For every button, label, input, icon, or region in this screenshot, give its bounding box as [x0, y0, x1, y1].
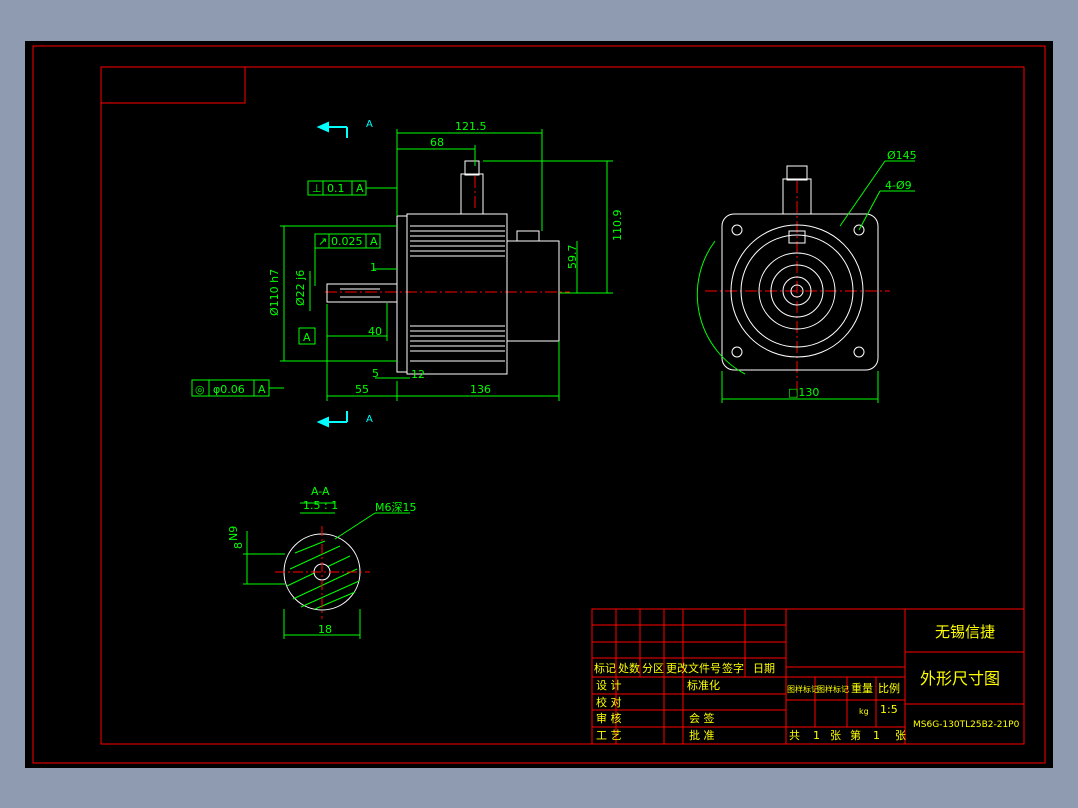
- sheet-no: 1: [873, 729, 880, 742]
- sheet-total-prefix: 共: [789, 729, 800, 742]
- gdt-concentric-symbol: ◎: [195, 383, 205, 396]
- dim-flange-pilot: Ø110 h7: [268, 269, 281, 316]
- dim-flange-gap: 12: [411, 368, 425, 381]
- role-design: 设 计: [596, 679, 622, 692]
- gdt-runout-value: 0.025: [331, 235, 363, 248]
- rev-header-zone: 分区: [642, 662, 664, 675]
- section-view: A-A 1.5 : 1 M6深15 N9 8 18: [227, 485, 417, 639]
- cad-drawing: A A 121.5 68 40 55 136 5 12 1 110.9 59.7…: [32, 45, 1046, 764]
- section-scale: 1.5 : 1: [303, 499, 338, 512]
- gdt-concentric-value: φ0.06: [213, 383, 245, 396]
- gdt-perp-datum: A: [356, 182, 364, 195]
- role-check: 校 对: [596, 695, 622, 709]
- dim-connector-offset: 68: [430, 136, 444, 149]
- dim-height-inner: 59.7: [566, 245, 579, 270]
- section-diameter: 18: [318, 623, 332, 636]
- role-standard: 标准化: [687, 678, 720, 692]
- role-countersign: 会 签: [689, 711, 715, 725]
- gdt-perp-symbol: ⊥: [312, 182, 322, 195]
- datum-label: A: [303, 331, 311, 344]
- rev-header-count: 处数: [618, 662, 640, 675]
- dim-height-right: 110.9: [611, 210, 624, 242]
- drawing-sheet: A A 121.5 68 40 55 136 5 12 1 110.9 59.7…: [25, 41, 1053, 768]
- sheet-total: 1: [813, 729, 820, 742]
- role-approve: 批 准: [689, 728, 715, 742]
- weight-unit: kg: [859, 707, 869, 716]
- rev-header-date: 日期: [753, 662, 775, 675]
- dim-shaft-diameter: Ø22 j6: [294, 270, 307, 306]
- dim-overall-top: 121.5: [455, 120, 487, 133]
- gdt-runout-datum: A: [370, 235, 378, 248]
- dim-flange-front: 55: [355, 383, 369, 396]
- role-process: 工 艺: [596, 729, 622, 742]
- weight-label: 重量: [851, 681, 873, 695]
- section-title: A-A: [311, 485, 330, 498]
- stage-label-1: 图样标记: [787, 684, 819, 694]
- title-block: 无锡信捷 外形尺寸图 MS6G-130TL25B2-21P0 标记 处数 分区 …: [591, 608, 1025, 745]
- section-mark-top: A: [366, 119, 373, 130]
- gdt-concentric-datum: A: [258, 383, 266, 396]
- sheet-no-unit: 张: [895, 729, 906, 742]
- dim-pcd: Ø145: [887, 149, 917, 162]
- dim-flange-thickness: 5: [372, 367, 379, 380]
- front-view: A A 121.5 68 40 55 136 5 12 1 110.9 59.7…: [191, 119, 624, 428]
- section-key-width: N9: [227, 526, 240, 541]
- gdt-runout-symbol: ↗: [318, 235, 327, 248]
- rev-header-mark: 标记: [594, 661, 616, 675]
- scale-value: 1:5: [880, 703, 898, 716]
- scale-label: 比例: [878, 681, 900, 695]
- company-name: 无锡信捷: [935, 623, 995, 641]
- stage-label-2: 图样标记: [817, 684, 849, 694]
- dim-square: □130: [788, 386, 819, 399]
- section-mark-bottom: A: [366, 414, 373, 425]
- sheet-no-prefix: 第: [850, 728, 861, 742]
- section-thread: M6深15: [375, 501, 417, 514]
- section-key-depth: 8: [232, 542, 245, 549]
- rev-header-sign: 签字: [722, 661, 744, 675]
- sheet-unit: 张: [830, 729, 841, 742]
- dim-step: 1: [370, 261, 377, 274]
- side-view: Ø145 4-Ø9 □130: [696, 149, 917, 403]
- dim-holes: 4-Ø9: [885, 179, 912, 192]
- rev-header-docno: 更改文件号: [666, 661, 721, 675]
- dim-body-length: 136: [470, 383, 491, 396]
- dim-shaft-length: 40: [368, 325, 382, 338]
- role-review: 审 核: [596, 711, 622, 725]
- drawing-title: 外形尺寸图: [920, 669, 1000, 688]
- drawing-number: MS6G-130TL25B2-21P0: [913, 720, 1020, 730]
- gdt-perp-value: 0.1: [327, 182, 345, 195]
